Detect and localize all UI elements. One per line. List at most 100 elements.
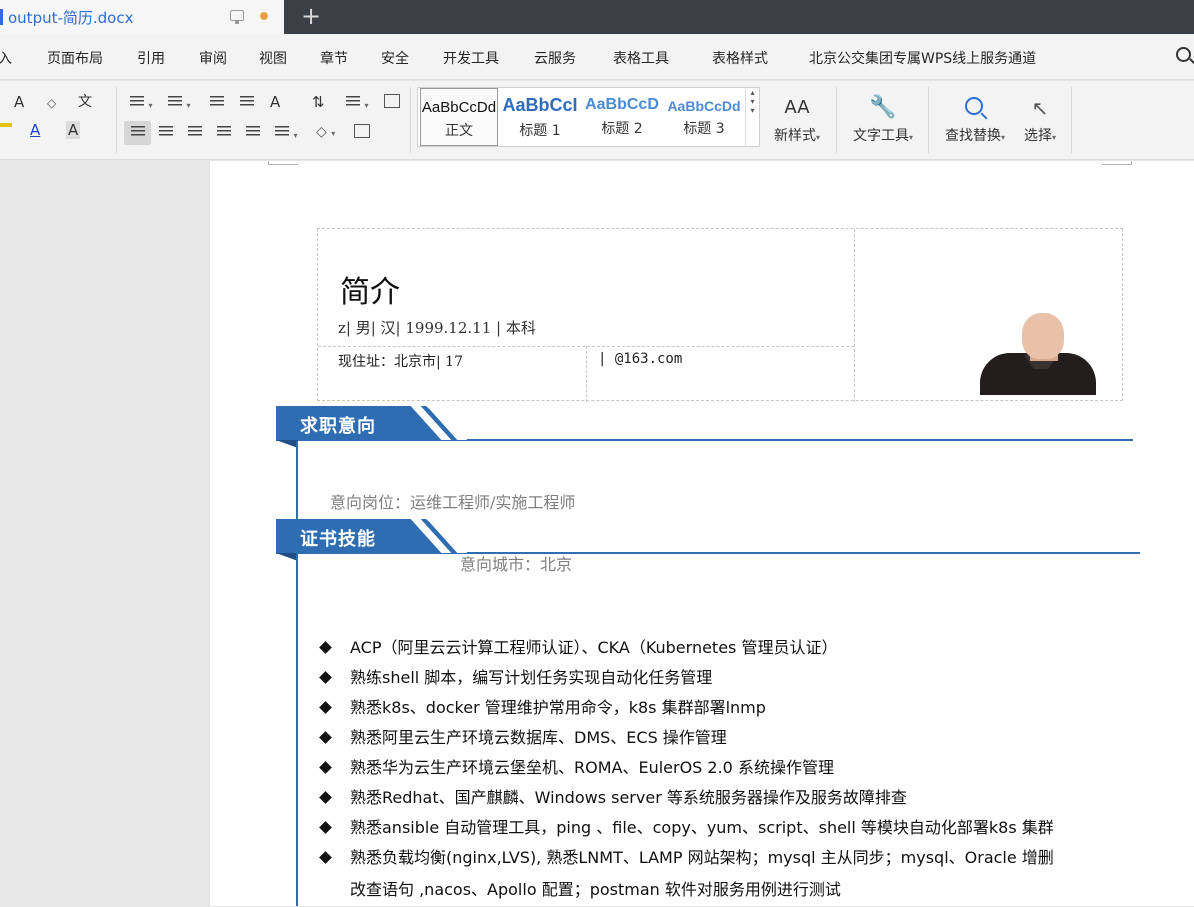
find-replace-button[interactable]: 查找替换▾ [938, 95, 1012, 145]
skills-list: ACP（阿里云云计算工程师认证）、CKA（Kubernetes 管理员认证） 熟… [318, 633, 1118, 907]
address-text: 现住址：北京市| 17 [338, 354, 463, 370]
job-city-text: 意向城市：北京 [460, 555, 573, 574]
menu-developer[interactable]: 开发工具 [443, 48, 499, 68]
timeline-rule [296, 553, 298, 906]
ribbon-separator [1071, 87, 1072, 153]
document-workspace: 简介 z| 男| 汉| 1999.12.11 | 本科 现住址：北京市| 17 … [0, 161, 1194, 906]
menu-wps-service[interactable]: 北京公交集团专属WPS线上服务通道 [809, 48, 1036, 68]
ribbon-separator [928, 87, 929, 153]
style-heading-3-name: 标题 3 [683, 121, 725, 137]
new-style-icon: AA [784, 97, 810, 118]
pinyin-guide-button[interactable]: 文 [78, 93, 92, 111]
list-item[interactable]: 熟悉负载均衡(nginx,LVS), 熟悉LNMT、LAMP 网站架构；mysq… [318, 843, 1118, 873]
ribbon-separator [116, 87, 117, 153]
menu-page-layout[interactable]: 页面布局 [47, 48, 103, 68]
select-button[interactable]: ↖ 选择▾ [1018, 95, 1062, 145]
list-item[interactable]: ACP（阿里云云计算工程师认证）、CKA（Kubernetes 管理员认证） [318, 633, 1118, 663]
profile-photo[interactable] [980, 235, 1096, 395]
bullet-list-button[interactable]: ▾ [130, 95, 152, 115]
document-tab[interactable]: output-简历.docx [0, 0, 284, 34]
skill-text: ACP（阿里云云计算工程师认证）、CKA（Kubernetes 管理员认证） [350, 638, 838, 657]
diamond-bullet-icon [319, 851, 332, 864]
email-text: | @163.com [598, 351, 683, 367]
menu-references[interactable]: 引用 [137, 48, 165, 68]
new-style-button[interactable]: AA 新样式▾ [766, 95, 828, 145]
skill-text: 熟悉k8s、docker 管理维护常用命令，k8s 集群部署lnmp [350, 698, 766, 717]
list-item[interactable]: 熟悉k8s、docker 管理维护常用命令，k8s 集群部署lnmp [318, 693, 1118, 723]
skill-text: 熟悉阿里云生产环境云数据库、DMS、ECS 操作管理 [350, 728, 727, 747]
style-heading-2-sample: AaBbCcD [585, 96, 659, 113]
shading-fill-icon[interactable]: ◇ ▾ [316, 123, 335, 143]
list-item[interactable]: 熟悉Redhat、国产麒麟、Windows server 等系统服务器操作及服务… [318, 783, 1118, 813]
menu-table-tools[interactable]: 表格工具 [613, 48, 669, 68]
distributed-align-button[interactable] [246, 125, 260, 143]
decrease-indent-button[interactable] [210, 95, 224, 113]
style-heading-1[interactable]: AaBbCcI 标题 1 [500, 88, 580, 146]
style-heading-1-sample: AaBbCcI [502, 95, 578, 115]
list-item[interactable]: 熟悉阿里云生产环境云数据库、DMS、ECS 操作管理 [318, 723, 1118, 753]
skill-text: 熟悉ansible 自动管理工具，ping 、file、copy、yum、scr… [350, 818, 1054, 837]
text-tools-button[interactable]: 🔧 文字工具▾ [846, 95, 920, 145]
document-tab-title[interactable]: output-简历.docx [0, 7, 133, 28]
photo-face [1022, 313, 1064, 359]
borders-icon[interactable] [384, 94, 400, 108]
skill-text: 熟悉华为云生产环境云堡垒机、ROMA、EulerOS 2.0 系统操作管理 [350, 758, 834, 777]
menu-security[interactable]: 安全 [381, 48, 409, 68]
page-corner-mark [1102, 161, 1132, 165]
section-fold [276, 553, 298, 561]
align-left-button[interactable] [124, 121, 151, 145]
menu-insert[interactable]: 入 [0, 48, 12, 68]
increase-indent-button[interactable] [240, 95, 254, 113]
style-normal[interactable]: AaBbCcDd 正文 [420, 88, 498, 146]
menu-view[interactable]: 视图 [259, 48, 287, 68]
job-position-text: 意向岗位：运维工程师/实施工程师 [330, 493, 576, 512]
page-corner-mark [268, 161, 298, 165]
menu-table-style[interactable]: 表格样式 [712, 48, 768, 68]
section-banner-skills: 证书技能 [276, 519, 1140, 561]
grow-font-button[interactable]: A [14, 93, 24, 111]
list-item[interactable]: 熟悉华为云生产环境云堡垒机、ROMA、EulerOS 2.0 系统操作管理 [318, 753, 1118, 783]
find-replace-label: 查找替换 [944, 128, 1001, 144]
align-right-button[interactable] [188, 125, 202, 143]
menu-cloud[interactable]: 云服务 [534, 48, 576, 68]
table-border-icon[interactable] [354, 124, 370, 138]
font-color-button[interactable]: A [30, 121, 40, 139]
skill-text: 改查语句 ,nacos、Apollo 配置；postman 软件对服务用例进行测… [350, 880, 841, 899]
table-divider [854, 229, 855, 402]
diamond-bullet-icon [319, 761, 332, 774]
menu-review[interactable]: 审阅 [199, 48, 227, 68]
list-item[interactable]: 熟悉ansible 自动管理工具，ping 、file、copy、yum、scr… [318, 813, 1118, 843]
diamond-bullet-icon [319, 671, 332, 684]
menu-chapter[interactable]: 章节 [320, 48, 348, 68]
select-label: 选择 [1023, 128, 1052, 144]
char-shade-button[interactable]: A [66, 121, 81, 139]
list-item-continuation[interactable]: 改查语句 ,nacos、Apollo 配置；postman 软件对服务用例进行测… [318, 873, 1118, 907]
align-center-button[interactable] [159, 125, 173, 143]
style-normal-sample: AaBbCcDd [421, 99, 497, 116]
style-heading-3[interactable]: AaBbCcDd 标题 3 [664, 88, 744, 146]
document-page[interactable]: 简介 z| 男| 汉| 1999.12.11 | 本科 现住址：北京市| 17 … [210, 161, 1194, 906]
style-heading-2-name: 标题 2 [601, 121, 643, 137]
section-title-job-intention: 求职意向 [300, 416, 376, 437]
sort-button[interactable]: ⇅ [312, 93, 325, 111]
section-fold [276, 440, 298, 448]
paragraph-spacing-button[interactable]: ▾ [275, 125, 297, 145]
text-direction-button[interactable]: A [270, 93, 280, 111]
line-spacing-button[interactable]: ▾ [346, 95, 368, 115]
new-tab-button[interactable]: + [298, 3, 324, 29]
monitor-icon[interactable] [230, 10, 244, 24]
list-item[interactable]: 熟练shell 脚本，编写计划任务实现自动化任务管理 [318, 663, 1118, 693]
eraser-icon[interactable]: ◇ [47, 94, 56, 112]
style-gallery-scroll[interactable]: ▴ ▾ ▾ [745, 88, 759, 146]
new-style-label: 新样式 [773, 128, 816, 144]
table-divider [586, 346, 587, 402]
resume-title: 简介 [340, 275, 400, 310]
highlight-color-icon[interactable] [0, 123, 12, 127]
numbered-list-button[interactable]: ▾ [168, 95, 190, 115]
diamond-bullet-icon [319, 821, 332, 834]
skill-text: 熟悉负载均衡(nginx,LVS), 熟悉LNMT、LAMP 网站架构；mysq… [350, 848, 1054, 867]
style-heading-2[interactable]: AaBbCcD 标题 2 [582, 88, 662, 146]
justify-button[interactable] [217, 125, 231, 143]
style-normal-name: 正文 [445, 123, 473, 139]
search-icon[interactable] [1176, 47, 1191, 62]
